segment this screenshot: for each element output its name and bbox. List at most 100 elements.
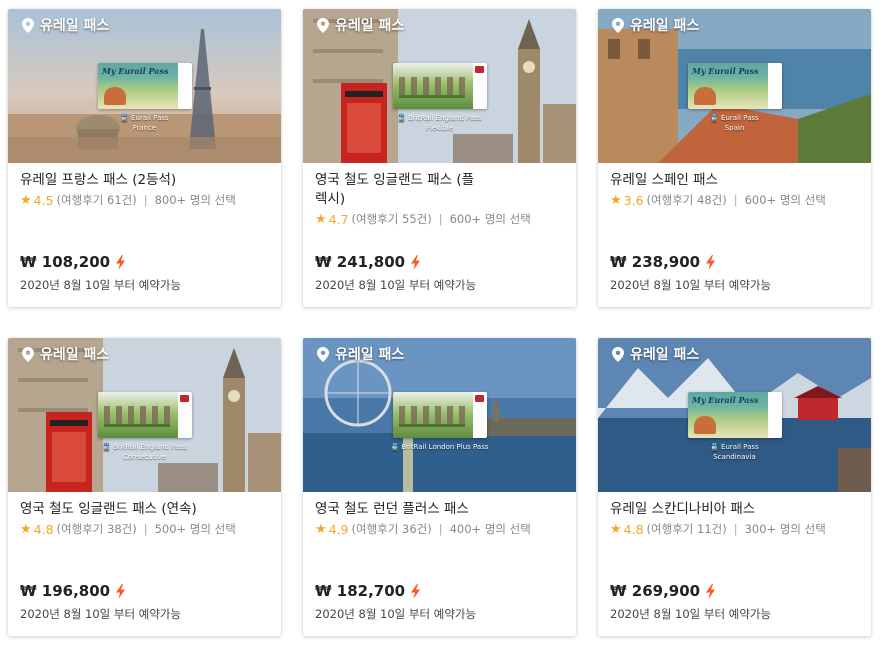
instant-confirm-bolt-icon [116, 583, 126, 599]
provider-label: 유레일 패스 [317, 344, 404, 364]
product-meta: ★ 4.7 (여행후기 55건) | 600+ 명의 선택 [315, 211, 564, 227]
price-row: ₩ 238,900 [610, 253, 716, 271]
rating-value: 4.8 [623, 521, 644, 537]
star-icon: ★ [610, 192, 622, 208]
meta-divider: | [733, 193, 738, 207]
product-card[interactable]: 유레일 패스 My Eurail Pass 🚆 Eurail Pass Scand… [598, 338, 871, 636]
pass-ticket-image: My Eurail Pass [688, 63, 782, 109]
product-image[interactable]: 유레일 패스 🚆 BritRail London Plus Pass [303, 338, 576, 492]
product-title[interactable]: 유레일 프랑스 패스 (2등석) [20, 171, 269, 190]
pass-brand-logo: My Eurail Pass [102, 66, 169, 76]
booking-count: 300+ 명의 선택 [744, 522, 826, 536]
price: ₩ 269,900 [610, 582, 701, 600]
availability-date: 2020년 8월 10일 부터 예약가능 [20, 278, 182, 292]
train-icon: 🚆 [102, 443, 112, 451]
product-card[interactable]: 유레일 패스 My Eurail Pass 🚆 Eurail Pass Spain… [598, 9, 871, 307]
booking-count: 600+ 명의 선택 [449, 212, 531, 226]
provider-label: 유레일 패스 [612, 344, 699, 364]
pass-name: BritRail England Pass [113, 443, 187, 451]
rating-value: 4.7 [328, 211, 349, 227]
provider-name: 유레일 패스 [40, 347, 110, 363]
pass-caption: 🚆 Eurail Pass France [8, 113, 281, 133]
provider-label: 유레일 패스 [22, 15, 109, 35]
pass-ticket-image: My Eurail Pass [98, 63, 192, 109]
star-icon: ★ [20, 192, 32, 208]
product-image[interactable]: 유레일 패스 🚆 BritRail England Pass Consecutiv… [8, 338, 281, 492]
product-card[interactable]: 유레일 패스 🚆 BritRail England Pass Flexible 영… [303, 9, 576, 307]
booking-count: 600+ 명의 선택 [744, 193, 826, 207]
meta-divider: | [143, 193, 148, 207]
meta-divider: | [733, 522, 738, 536]
instant-confirm-bolt-icon [706, 254, 716, 270]
rating-value: 4.8 [33, 521, 54, 537]
star-icon: ★ [315, 211, 327, 227]
provider-name: 유레일 패스 [40, 18, 110, 34]
pass-caption: 🚆 BritRail England Pass Consecutive [8, 442, 281, 462]
product-image[interactable]: 유레일 패스 My Eurail Pass 🚆 Eurail Pass Franc… [8, 9, 281, 163]
ticket-graphic [399, 77, 465, 98]
product-title[interactable]: 영국 철도 잉글랜드 패스 (연속) [20, 500, 269, 519]
meta-divider: | [438, 522, 443, 536]
pass-name: Eurail Pass [721, 114, 759, 122]
rating-value: 4.9 [328, 521, 349, 537]
pass-region: Scandinavia [713, 453, 756, 461]
price-row: ₩ 241,800 [315, 253, 421, 271]
ticket-graphic [104, 406, 170, 427]
train-icon: 🚆 [710, 443, 720, 451]
ticket-graphic [399, 406, 465, 427]
product-meta: ★ 4.8 (여행후기 38건) | 500+ 명의 선택 [20, 521, 269, 537]
product-image[interactable]: 유레일 패스 My Eurail Pass 🚆 Eurail Pass Scand… [598, 338, 871, 492]
instant-confirm-bolt-icon [706, 583, 716, 599]
provider-name: 유레일 패스 [630, 18, 700, 34]
pass-caption: 🚆 Eurail Pass Spain [598, 113, 871, 133]
meta-divider: | [143, 522, 148, 536]
train-icon: 🚆 [390, 443, 400, 451]
product-title[interactable]: 영국 철도 잉글랜드 패스 (플렉시) [315, 171, 485, 209]
provider-name: 유레일 패스 [335, 347, 405, 363]
availability-date: 2020년 8월 10일 부터 예약가능 [20, 607, 182, 621]
location-pin-icon [22, 17, 34, 33]
pass-ticket-image [393, 63, 487, 109]
product-image[interactable]: 유레일 패스 🚆 BritRail England Pass Flexible [303, 9, 576, 163]
price: ₩ 238,900 [610, 253, 701, 271]
pass-region: Spain [724, 124, 745, 132]
product-card[interactable]: 유레일 패스 🚆 BritRail London Plus Pass 영국 철도 … [303, 338, 576, 636]
booking-count: 500+ 명의 선택 [154, 522, 236, 536]
location-pin-icon [22, 346, 34, 362]
provider-name: 유레일 패스 [630, 347, 700, 363]
pass-caption: 🚆 BritRail London Plus Pass [303, 442, 576, 452]
provider-label: 유레일 패스 [317, 15, 404, 35]
pass-caption: 🚆 Eurail Pass Scandinavia [598, 442, 871, 462]
location-pin-icon [317, 346, 329, 362]
price: ₩ 108,200 [20, 253, 111, 271]
review-count: (여행후기 61건) [56, 193, 137, 207]
product-meta: ★ 4.8 (여행후기 11건) | 300+ 명의 선택 [610, 521, 859, 537]
star-icon: ★ [20, 521, 32, 537]
product-image[interactable]: 유레일 패스 My Eurail Pass 🚆 Eurail Pass Spain [598, 9, 871, 163]
product-title[interactable]: 영국 철도 런던 플러스 패스 [315, 500, 564, 519]
product-card[interactable]: 유레일 패스 🚆 BritRail England Pass Consecutiv… [8, 338, 281, 636]
product-meta: ★ 3.6 (여행후기 48건) | 600+ 명의 선택 [610, 192, 859, 208]
review-count: (여행후기 48건) [646, 193, 727, 207]
product-meta: ★ 4.9 (여행후기 36건) | 400+ 명의 선택 [315, 521, 564, 537]
provider-label: 유레일 패스 [612, 15, 699, 35]
pass-ticket-image [393, 392, 487, 438]
provider-name: 유레일 패스 [335, 18, 405, 34]
instant-confirm-bolt-icon [411, 583, 421, 599]
pass-name: Eurail Pass [131, 114, 169, 122]
ticket-graphic [694, 416, 716, 434]
pass-region: France [132, 124, 157, 132]
pass-region: Flexible [426, 124, 453, 132]
rating-value: 4.5 [33, 192, 54, 208]
product-title[interactable]: 유레일 스칸디나비아 패스 [610, 500, 859, 519]
product-title[interactable]: 유레일 스페인 패스 [610, 171, 859, 190]
train-icon: 🚆 [397, 114, 407, 122]
product-card[interactable]: 유레일 패스 My Eurail Pass 🚆 Eurail Pass Franc… [8, 9, 281, 307]
review-count: (여행후기 36건) [351, 522, 432, 536]
price: ₩ 196,800 [20, 582, 111, 600]
location-pin-icon [612, 346, 624, 362]
availability-date: 2020년 8월 10일 부터 예약가능 [610, 278, 772, 292]
rating-value: 3.6 [623, 192, 644, 208]
review-count: (여행후기 55건) [351, 212, 432, 226]
meta-divider: | [438, 212, 443, 226]
